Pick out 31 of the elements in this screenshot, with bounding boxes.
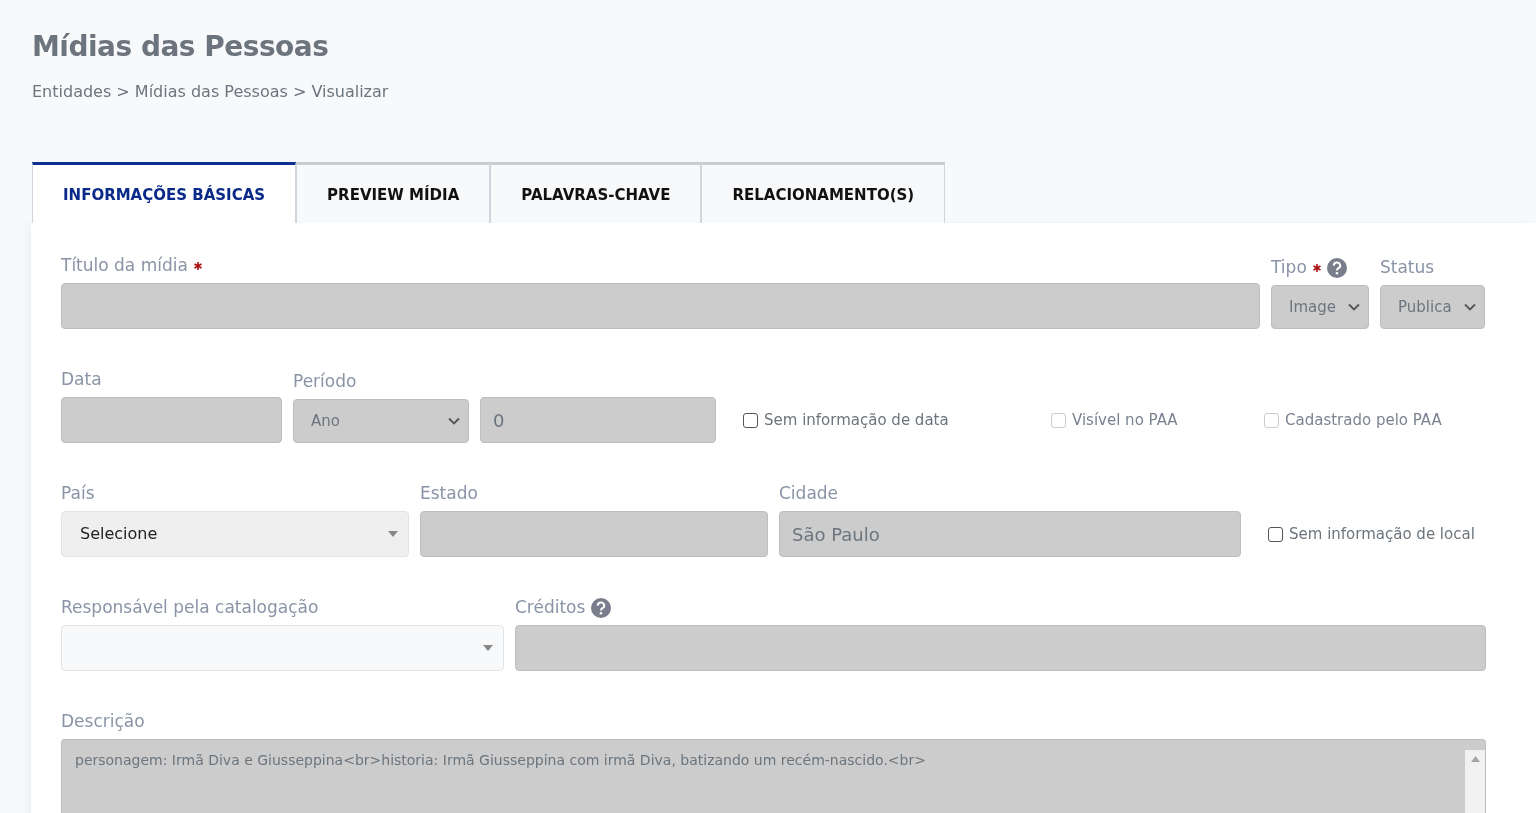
field-label: Cidade [779,482,839,506]
field-label: Data [61,368,102,392]
field-label: Descrição [61,710,145,734]
tab[interactable]: PALAVRAS-CHAVE [490,161,702,224]
chevron-down-icon [1348,303,1360,312]
scroll-up-icon [1470,756,1480,763]
checkbox[interactable] [1268,526,1283,542]
field-label: Período [293,370,357,394]
chevron-down-icon [448,417,460,426]
checkbox-text: Visível no PAA [1072,409,1178,431]
field-label: Título da mídia [61,254,188,278]
tab[interactable]: RELACIONAMENTO(S) [701,161,946,224]
page-title: Mídias das Pessoas [31,29,330,64]
dropdown-field[interactable]: Selecione [61,511,409,558]
field-label: Créditos [515,596,586,620]
field-label: Tipo [1271,256,1307,280]
dropdown-field[interactable] [61,625,504,672]
field-label: Estado [420,482,478,506]
checkbox-text: Sem informação de data [764,409,949,431]
checkbox[interactable] [743,412,758,428]
caret-down-icon [483,645,493,652]
checkbox-text: Cadastrado pelo PAA [1285,409,1442,431]
chevron-down-icon [1464,303,1476,312]
breadcrumb: Entidades > Mídias das Pessoas > Visualizar [31,80,390,103]
field-label: País [61,482,95,506]
tab[interactable]: INFORMAÇÕES BÁSICAS [32,161,297,224]
field-label: Responsável pela catalogação [61,596,319,620]
tab[interactable]: PREVIEW MÍDIA [296,161,491,224]
checkbox-text: Sem informação de local [1289,523,1475,545]
caret-down-icon [388,531,398,538]
field-label: Status [1380,256,1435,280]
